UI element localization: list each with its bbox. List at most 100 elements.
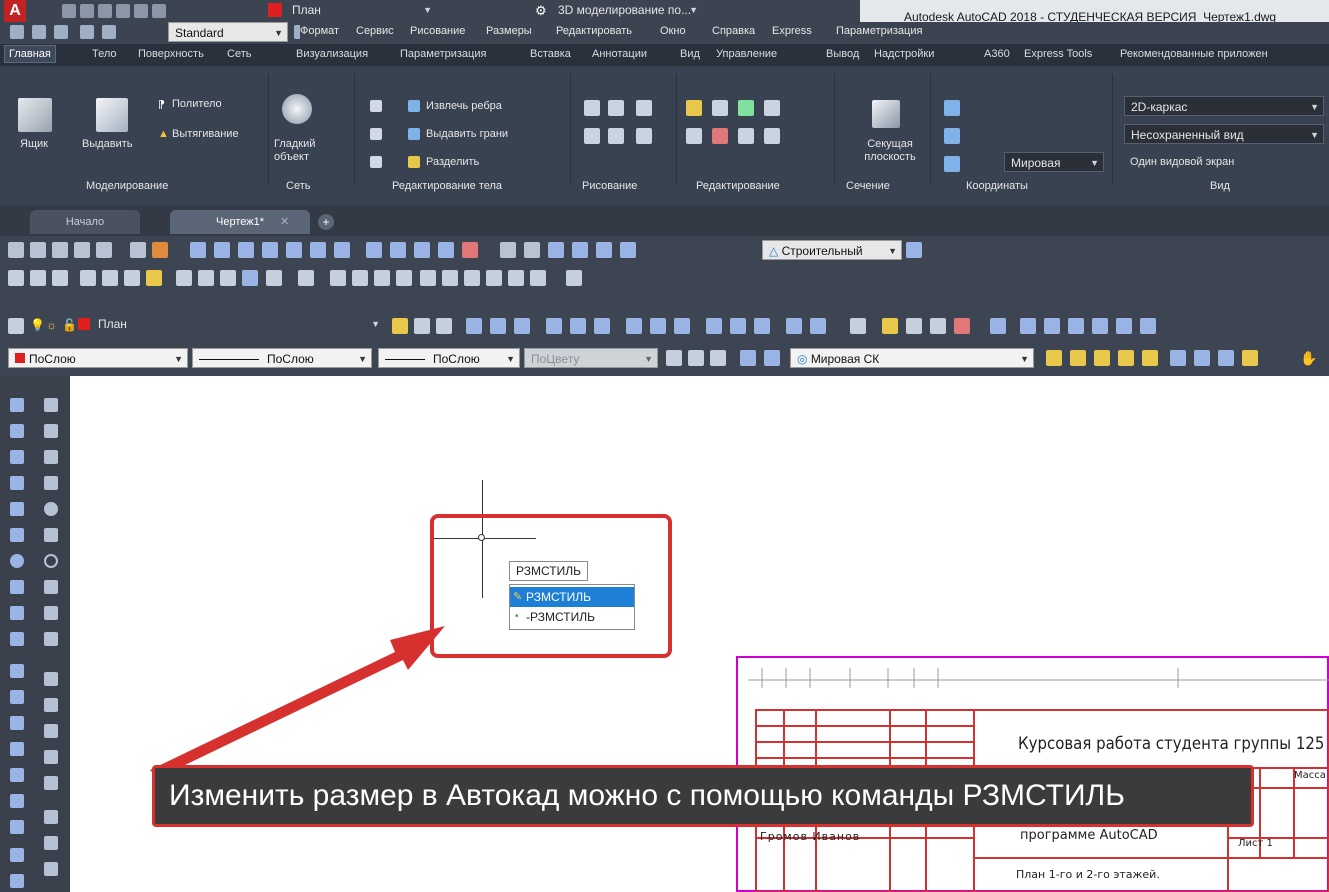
linetype-combo[interactable]: ПоСлою ▼ bbox=[192, 348, 372, 368]
modify-tool-5-icon[interactable] bbox=[686, 128, 702, 144]
separate-button[interactable]: Разделить bbox=[426, 156, 479, 168]
view-tool-icon[interactable] bbox=[1140, 318, 1156, 334]
new-icon[interactable] bbox=[62, 4, 76, 18]
ucs-tool-icon[interactable] bbox=[754, 318, 770, 334]
pan-hand-icon[interactable]: ✋ bbox=[1300, 350, 1317, 367]
ucs-tool-icon[interactable] bbox=[514, 318, 530, 334]
render-tool-icon[interactable] bbox=[882, 318, 898, 334]
dimension-tool-icon[interactable] bbox=[286, 242, 302, 258]
arc-icon[interactable] bbox=[10, 528, 24, 542]
layer-manager-icon[interactable] bbox=[8, 318, 24, 334]
toolbar-tool-icon[interactable] bbox=[152, 242, 168, 258]
box-icon[interactable] bbox=[18, 98, 52, 132]
toolbar-tool-icon[interactable] bbox=[130, 242, 146, 258]
ucs-tool-icon[interactable] bbox=[570, 318, 586, 334]
xline-icon[interactable] bbox=[10, 424, 24, 438]
lock-icon[interactable]: 🔓 bbox=[62, 318, 77, 332]
save-file-icon[interactable] bbox=[52, 270, 68, 286]
panel-modeling[interactable]: Моделирование bbox=[86, 180, 168, 192]
ucs-combo[interactable]: ◎ Мировая СК ▼ bbox=[790, 348, 1034, 368]
zoom-prev-icon[interactable] bbox=[396, 270, 412, 286]
render-tool-icon[interactable] bbox=[906, 318, 922, 334]
toolbar-tool-icon[interactable] bbox=[74, 242, 90, 258]
tab-express-tools[interactable]: Express Tools bbox=[1024, 48, 1092, 60]
clipboard-icon[interactable] bbox=[146, 270, 162, 286]
spline-icon[interactable] bbox=[10, 606, 24, 620]
dimension-tool-icon[interactable] bbox=[334, 242, 350, 258]
publish-icon[interactable] bbox=[124, 270, 140, 286]
calculator-icon[interactable] bbox=[530, 270, 546, 286]
tab-parametric[interactable]: Параметризация bbox=[400, 48, 486, 60]
lineweight-combo[interactable]: ПоСлою ▼ bbox=[378, 348, 520, 368]
modify-tool-1-icon[interactable] bbox=[686, 100, 702, 116]
dimension-tool-icon[interactable] bbox=[190, 242, 206, 258]
copy-icon[interactable] bbox=[198, 270, 214, 286]
workspace-combo[interactable]: 3D моделирование по... ▼ bbox=[552, 1, 702, 19]
view-tool-icon[interactable] bbox=[1046, 350, 1062, 366]
text-style-combo[interactable]: Standard ▼ bbox=[168, 22, 288, 42]
extract-edges-button[interactable]: Извлечь ребра bbox=[426, 100, 502, 112]
preview-icon[interactable] bbox=[102, 270, 118, 286]
insert-block-icon[interactable] bbox=[10, 690, 24, 704]
coords-combo[interactable]: Мировая ▼ bbox=[1004, 152, 1104, 172]
planar-surface-icon[interactable] bbox=[44, 632, 58, 646]
subtract-side-icon[interactable] bbox=[44, 836, 58, 850]
polygon-icon[interactable] bbox=[10, 476, 24, 490]
menu-modify[interactable]: Редактировать bbox=[556, 25, 632, 37]
panel-coordinates[interactable]: Координаты bbox=[966, 180, 1028, 192]
presspull-side-icon[interactable] bbox=[44, 698, 58, 712]
dimension-tool-icon[interactable] bbox=[572, 242, 588, 258]
ucs-tool-icon[interactable] bbox=[594, 318, 610, 334]
view-tool-icon[interactable] bbox=[1218, 350, 1234, 366]
tab-start[interactable]: Начало bbox=[30, 210, 140, 234]
arc-tool-2-icon[interactable] bbox=[32, 25, 46, 39]
draw-tool-6-icon[interactable] bbox=[636, 128, 652, 144]
named-view-combo[interactable]: Несохраненный вид ▼ bbox=[1124, 124, 1324, 144]
view-tool-icon[interactable] bbox=[1068, 318, 1084, 334]
dimension-tool-icon[interactable] bbox=[548, 242, 564, 258]
cut-icon[interactable] bbox=[176, 270, 192, 286]
make-block-icon[interactable] bbox=[10, 716, 24, 730]
view-tool-icon[interactable] bbox=[1142, 350, 1158, 366]
modify-tool-2-icon[interactable] bbox=[712, 100, 728, 116]
menu-format[interactable]: Формат bbox=[300, 25, 339, 37]
tab-manage[interactable]: Управление bbox=[716, 48, 777, 60]
draw-tool-3-icon[interactable] bbox=[636, 100, 652, 116]
view-tool-icon[interactable] bbox=[1170, 350, 1186, 366]
dimension-tool-icon[interactable] bbox=[214, 242, 230, 258]
ucs-icon[interactable] bbox=[944, 100, 960, 116]
menu-help[interactable]: Справка bbox=[712, 25, 755, 37]
visual-style-combo[interactable]: 2D-каркас ▼ bbox=[1124, 96, 1324, 116]
toolbar-tool-icon[interactable] bbox=[30, 242, 46, 258]
cylinder-icon[interactable] bbox=[44, 528, 58, 542]
move-icon[interactable] bbox=[738, 100, 754, 116]
pyramid-icon[interactable] bbox=[44, 580, 58, 594]
intersect-side-icon[interactable] bbox=[44, 862, 58, 876]
view-tool-icon[interactable] bbox=[1020, 318, 1036, 334]
view-tool-icon[interactable] bbox=[1116, 318, 1132, 334]
tool-palettes-icon[interactable] bbox=[464, 270, 480, 286]
menu-draw[interactable]: Рисование bbox=[410, 25, 465, 37]
polyline-icon[interactable] bbox=[10, 450, 24, 464]
props-tool-icon[interactable] bbox=[688, 350, 704, 366]
print-icon[interactable] bbox=[116, 4, 130, 18]
lightbulb-icon[interactable]: 💡 bbox=[30, 318, 45, 332]
revolve-icon[interactable] bbox=[44, 750, 58, 764]
modify-tool-6-icon[interactable] bbox=[712, 128, 728, 144]
tab-mesh[interactable]: Сеть bbox=[227, 48, 251, 60]
wedge-icon[interactable] bbox=[44, 450, 58, 464]
ellipse-icon[interactable] bbox=[10, 632, 24, 646]
sheet-set-icon[interactable] bbox=[486, 270, 502, 286]
section-plane-icon[interactable] bbox=[872, 100, 900, 128]
circle-icon[interactable] bbox=[10, 554, 24, 568]
tab-visualize[interactable]: Визуализация bbox=[296, 48, 368, 60]
props-tool-icon[interactable] bbox=[666, 350, 682, 366]
ucs-tool-icon[interactable] bbox=[466, 318, 482, 334]
gear-icon[interactable]: ⚙ bbox=[535, 3, 547, 19]
open-icon[interactable] bbox=[80, 4, 94, 18]
tab-output[interactable]: Вывод bbox=[826, 48, 859, 60]
tab-insert[interactable]: Вставка bbox=[530, 48, 571, 60]
view-tool-icon[interactable] bbox=[1044, 318, 1060, 334]
ucs-tool-icon[interactable] bbox=[546, 318, 562, 334]
layer-prev-icon[interactable] bbox=[414, 318, 430, 334]
